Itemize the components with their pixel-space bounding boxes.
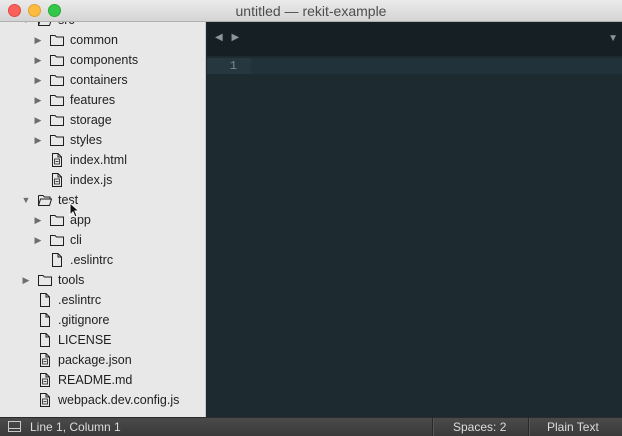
disclosure-collapsed-icon[interactable]: ▶ bbox=[32, 115, 44, 126]
sidebar-item-tools[interactable]: ▶ tools bbox=[20, 270, 85, 290]
sidebar-item-label: components bbox=[70, 53, 139, 67]
sidebar-item-label: .gitignore bbox=[58, 313, 110, 327]
code-file-icon bbox=[50, 153, 64, 167]
sidebar-item-label: webpack.dev.config.js bbox=[58, 393, 180, 407]
sidebar-item-package-json[interactable]: package.json bbox=[20, 350, 132, 370]
code-file-icon bbox=[38, 373, 52, 387]
sidebar-item-cli[interactable]: ▶ cli bbox=[32, 230, 82, 250]
tab-list-dropdown-icon[interactable]: ▼ bbox=[608, 33, 618, 44]
disclosure-collapsed-icon[interactable]: ▶ bbox=[32, 235, 44, 246]
sidebar-item-label: package.json bbox=[58, 353, 132, 367]
code-file-icon bbox=[38, 393, 52, 407]
code-file-icon bbox=[38, 353, 52, 367]
disclosure-collapsed-icon[interactable]: ▶ bbox=[32, 35, 44, 46]
status-divider bbox=[528, 418, 529, 436]
tab-navigation-arrows[interactable]: ◀ ▶ bbox=[215, 32, 242, 43]
file-icon bbox=[38, 293, 52, 307]
code-file-icon bbox=[50, 173, 64, 187]
sidebar-item-label: index.html bbox=[70, 153, 127, 167]
status-divider bbox=[432, 418, 433, 436]
sidebar-item-label: features bbox=[70, 93, 116, 107]
sidebar-item-common[interactable]: ▶ common bbox=[32, 30, 118, 50]
sidebar-file-tree: ▼ src ▶ common ▶ components ▶ containers ▶ featur… bbox=[0, 22, 206, 417]
disclosure-collapsed-icon[interactable]: ▶ bbox=[32, 95, 44, 106]
folder-icon bbox=[50, 113, 64, 127]
sidebar-item-components[interactable]: ▶ components bbox=[32, 50, 139, 70]
folder-open-icon bbox=[38, 22, 52, 27]
sidebar-item-label: styles bbox=[70, 133, 102, 147]
mouse-pointer-icon bbox=[69, 202, 79, 218]
sidebar-item-label: index.js bbox=[70, 173, 113, 187]
file-icon bbox=[38, 333, 52, 347]
sidebar-item-styles[interactable]: ▶ styles bbox=[32, 130, 102, 150]
folder-open-icon bbox=[38, 193, 52, 207]
sidebar-item-label: .eslintrc bbox=[58, 293, 102, 307]
disclosure-collapsed-icon[interactable]: ▶ bbox=[32, 55, 44, 66]
sidebar-item-index-html[interactable]: index.html bbox=[32, 150, 127, 170]
toggle-panel-icon[interactable] bbox=[8, 421, 21, 432]
folder-icon bbox=[50, 133, 64, 147]
line-number: 1 bbox=[229, 59, 237, 73]
sidebar-item-webpack-dev-config-js[interactable]: webpack.dev.config.js bbox=[20, 390, 179, 410]
disclosure-collapsed-icon[interactable]: ▶ bbox=[20, 275, 32, 286]
sidebar-item-label: cli bbox=[70, 233, 82, 247]
sidebar-item-license[interactable]: LICENSE bbox=[20, 330, 112, 350]
cursor-position: Line 1, Column 1 bbox=[30, 420, 121, 434]
sidebar-item-index-js[interactable]: index.js bbox=[32, 170, 112, 190]
folder-icon bbox=[50, 213, 64, 227]
file-icon bbox=[50, 253, 64, 267]
sidebar-item-eslintrc[interactable]: .eslintrc bbox=[20, 290, 101, 310]
window-title: untitled — rekit-example bbox=[235, 3, 387, 19]
folder-icon bbox=[50, 93, 64, 107]
indentation-selector[interactable]: Spaces: 2 bbox=[453, 420, 506, 434]
syntax-selector[interactable]: Plain Text bbox=[547, 420, 599, 434]
sidebar-item-features[interactable]: ▶ features bbox=[32, 90, 116, 110]
title-bar: untitled — rekit-example bbox=[0, 0, 622, 22]
disclosure-expanded-icon[interactable]: ▼ bbox=[20, 195, 32, 205]
folder-icon bbox=[50, 73, 64, 87]
disclosure-collapsed-icon[interactable]: ▶ bbox=[32, 75, 44, 86]
sidebar-item-label: tools bbox=[58, 273, 85, 287]
sidebar-item-label: common bbox=[70, 33, 118, 47]
sidebar-item-containers[interactable]: ▶ containers bbox=[32, 70, 128, 90]
folder-icon bbox=[38, 273, 52, 287]
sidebar-item-label: storage bbox=[70, 113, 112, 127]
sidebar-item-src[interactable]: ▼ src bbox=[20, 22, 75, 30]
file-icon bbox=[38, 313, 52, 327]
sidebar-item-storage[interactable]: ▶ storage bbox=[32, 110, 112, 130]
status-bar: Line 1, Column 1 Spaces: 2 Plain Text bbox=[0, 417, 622, 436]
sidebar-item-label: LICENSE bbox=[58, 333, 112, 347]
sidebar-item-readme-md[interactable]: README.md bbox=[20, 370, 132, 390]
sidebar-item-gitignore[interactable]: .gitignore bbox=[20, 310, 109, 330]
sidebar-item-label: README.md bbox=[58, 373, 133, 387]
sidebar-item-label: .eslintrc bbox=[70, 253, 114, 267]
folder-icon bbox=[50, 53, 64, 67]
disclosure-collapsed-icon[interactable]: ▶ bbox=[32, 135, 44, 146]
sidebar-item-app[interactable]: ▶ app bbox=[32, 210, 91, 230]
sidebar-item-eslintrc[interactable]: .eslintrc bbox=[32, 250, 113, 270]
folder-icon bbox=[50, 233, 64, 247]
disclosure-collapsed-icon[interactable]: ▶ bbox=[32, 215, 44, 226]
sidebar-item-label: containers bbox=[70, 73, 128, 87]
tab-bar: ◀ ▶ ▼ bbox=[207, 22, 622, 56]
current-line-highlight bbox=[251, 58, 622, 74]
code-editor[interactable]: 1 bbox=[207, 56, 622, 417]
disclosure-expanded-icon[interactable]: ▼ bbox=[20, 22, 32, 25]
sidebar-item-label: src bbox=[58, 22, 75, 27]
folder-icon bbox=[50, 33, 64, 47]
